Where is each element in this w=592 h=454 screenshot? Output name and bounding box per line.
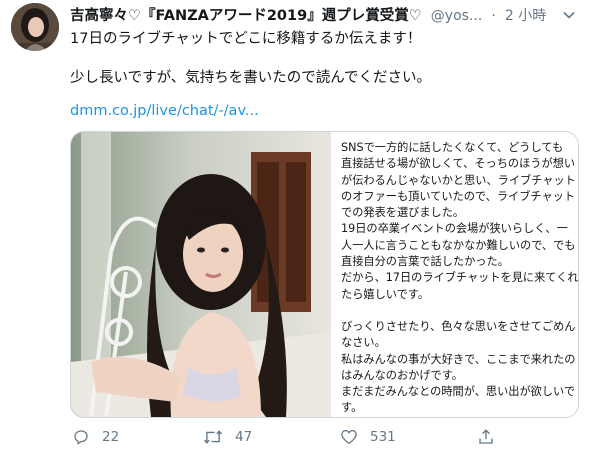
card-text-line: まだまだみんなとの時間が、思い出が欲しいで xyxy=(341,385,576,399)
tweet-text-line-2: 少し長いですが、気持ちを書いたので読んでください。 xyxy=(70,70,432,86)
card-text-line: が伝わるんじゃないかと思い、ライブチャット xyxy=(341,173,576,187)
card-text-line: 19日の卒業イベントの会場が狭いらしく、一 xyxy=(341,222,568,236)
card-text-line: SNSで一方的に話したくなくて、どうしても xyxy=(341,141,564,154)
tweet-text-line-1: 17日のライブチャットでどこに移籍するか伝えます！ xyxy=(70,31,422,47)
card-text-line: たら嬉しいです。 xyxy=(341,287,430,301)
reply-icon xyxy=(74,430,88,445)
retweet-icon xyxy=(204,430,222,444)
like-icon xyxy=(341,429,357,445)
tweet-actions: 22 47 531 xyxy=(70,428,570,448)
retweet-count: 47 xyxy=(235,429,253,445)
card-text-line: 人一人に言うこともなかなか難しいので、でも xyxy=(341,238,576,252)
reply-button[interactable]: 22 xyxy=(72,428,119,446)
retweet-button[interactable]: 47 xyxy=(203,428,252,446)
avatar-image xyxy=(11,3,59,51)
tweet-link[interactable]: dmm.co.jp/live/chat/-/av... xyxy=(70,103,259,119)
timestamp[interactable]: 2 小時 xyxy=(505,8,546,24)
card-text-line: 直接話せる場が欲しくて、そっちのほうが想い xyxy=(341,157,576,171)
reply-count: 22 xyxy=(102,429,120,445)
like-count: 531 xyxy=(370,429,396,445)
card-text-line: だから、17日のライブチャットを見に来てくれ xyxy=(341,271,579,285)
card-text-line: なさい。 xyxy=(341,336,386,350)
card-text-line: 直接自分の言葉で話したかった。 xyxy=(341,255,509,269)
chevron-down-icon[interactable] xyxy=(558,4,580,26)
like-button[interactable]: 531 xyxy=(340,428,396,446)
separator-dot: · xyxy=(491,8,496,24)
card-text-line: での発表を選びました。 xyxy=(341,206,465,220)
card-text-line: はみんなのおかげです。 xyxy=(341,368,463,382)
card-text-line: 私はみんなの事が大好きで、ここまで来れたの xyxy=(341,352,576,366)
card-text-line: びっくりさせたり、色々な思いをさせてごめん xyxy=(341,319,576,333)
card-text-line: のオファーも頂いていたので、ライブチャット xyxy=(341,189,576,203)
share-icon xyxy=(479,429,493,444)
card-text-line: す。 xyxy=(341,401,363,415)
avatar[interactable] xyxy=(11,3,59,51)
display-name[interactable]: 吉高寧々♡『FANZAアワード2019』週プレ賞受賞♡ xyxy=(70,8,422,24)
share-button[interactable] xyxy=(477,428,507,446)
card-description: SNSで一方的に話したくなくて、どうしても 直接話せる場が欲しくて、そっちのほうが… xyxy=(341,140,579,417)
card-photo xyxy=(71,132,331,417)
tweet-header: 吉高寧々♡『FANZAアワード2019』週プレ賞受賞♡ @yos... · 2 … xyxy=(70,4,580,26)
link-card[interactable]: SNSで一方的に話したくなくて、どうしても 直接話せる場が欲しくて、そっちのほうが… xyxy=(70,131,579,418)
card-text-line xyxy=(341,303,573,319)
user-handle[interactable]: @yos... xyxy=(431,8,483,24)
